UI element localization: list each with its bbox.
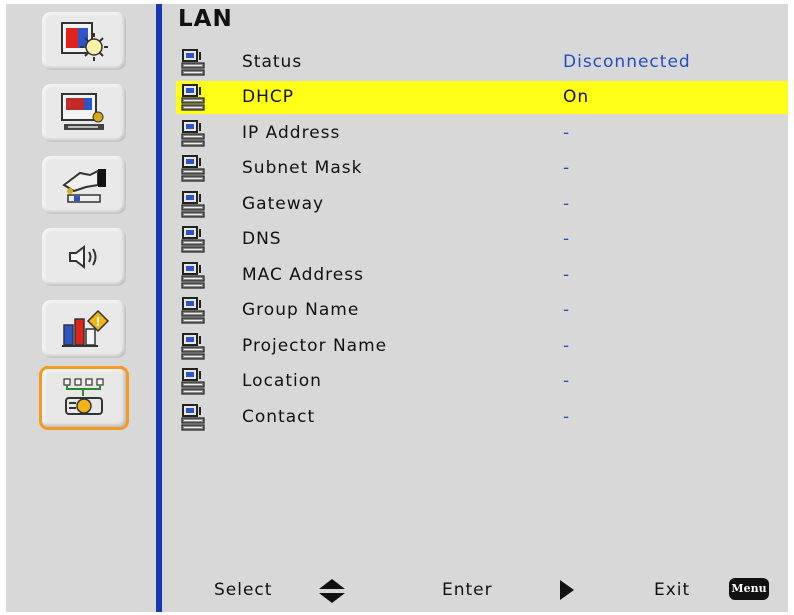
- menu-row-dns[interactable]: DNS -: [176, 223, 788, 256]
- menu-row-dhcp[interactable]: DHCP On: [176, 81, 788, 114]
- network-computer-icon: [180, 83, 208, 113]
- row-value: Disconnected: [563, 52, 691, 72]
- network-computer-icon: [180, 296, 208, 326]
- menu-row-mac-address[interactable]: MAC Address -: [176, 259, 788, 292]
- setup-icon[interactable]: [42, 156, 126, 214]
- menu-row-projector-name[interactable]: Projector Name -: [176, 330, 788, 363]
- row-value: -: [563, 194, 571, 214]
- network-computer-icon: [180, 332, 208, 362]
- row-label: Location: [242, 371, 322, 391]
- network-computer-icon: [180, 154, 208, 184]
- footer-enter-label: Enter: [442, 580, 493, 600]
- info-icon[interactable]: !: [42, 300, 126, 358]
- footer-select-label: Select: [214, 580, 273, 600]
- page-title: LAN: [178, 6, 233, 32]
- menu-row-subnet-mask[interactable]: Subnet Mask -: [176, 152, 788, 185]
- osd-menu: ! LAN Status Disconnected DHCP On IP Add…: [6, 4, 788, 612]
- row-label: IP Address: [242, 123, 341, 143]
- menu-row-group-name[interactable]: Group Name -: [176, 294, 788, 327]
- right-arrow-icon: [558, 578, 576, 606]
- row-label: Contact: [242, 407, 316, 427]
- row-value: -: [563, 123, 571, 143]
- network-computer-icon: [180, 190, 208, 220]
- menu-row-location[interactable]: Location -: [176, 365, 788, 398]
- row-value: -: [563, 300, 571, 320]
- row-value: -: [563, 336, 571, 356]
- menu-row-gateway[interactable]: Gateway -: [176, 188, 788, 221]
- row-label: Status: [242, 52, 303, 72]
- network-computer-icon: [180, 48, 208, 78]
- row-label: DNS: [242, 229, 282, 249]
- picture-settings-icon[interactable]: [42, 12, 126, 70]
- network-computer-icon: [180, 261, 208, 291]
- svg-text:!: !: [95, 315, 100, 329]
- menu-row-status[interactable]: Status Disconnected: [176, 46, 788, 79]
- row-value: -: [563, 229, 571, 249]
- display-settings-icon[interactable]: [42, 84, 126, 142]
- row-label: Gateway: [242, 194, 325, 214]
- network-computer-icon: [180, 119, 208, 149]
- row-label: Projector Name: [242, 336, 388, 356]
- category-sidebar: !: [6, 4, 156, 612]
- network-computer-icon: [180, 367, 208, 397]
- menu-row-contact[interactable]: Contact -: [176, 401, 788, 434]
- row-label: Subnet Mask: [242, 158, 363, 178]
- menu-row-ip-address[interactable]: IP Address -: [176, 117, 788, 150]
- row-value: -: [563, 371, 571, 391]
- lan-panel: LAN Status Disconnected DHCP On IP Addre…: [162, 4, 788, 612]
- row-value: -: [563, 265, 571, 285]
- menu-key-icon: Menu: [729, 578, 769, 600]
- row-value: -: [563, 158, 571, 178]
- row-label: MAC Address: [242, 265, 364, 285]
- lan-network-icon[interactable]: [39, 366, 129, 430]
- row-value: -: [563, 407, 571, 427]
- up-down-arrows-icon: [317, 578, 347, 608]
- network-computer-icon: [180, 225, 208, 255]
- network-computer-icon: [180, 403, 208, 433]
- row-label: Group Name: [242, 300, 360, 320]
- row-label: DHCP: [242, 87, 294, 107]
- row-value: On: [563, 87, 590, 107]
- footer-exit-label: Exit: [654, 580, 691, 600]
- audio-icon[interactable]: [42, 228, 126, 286]
